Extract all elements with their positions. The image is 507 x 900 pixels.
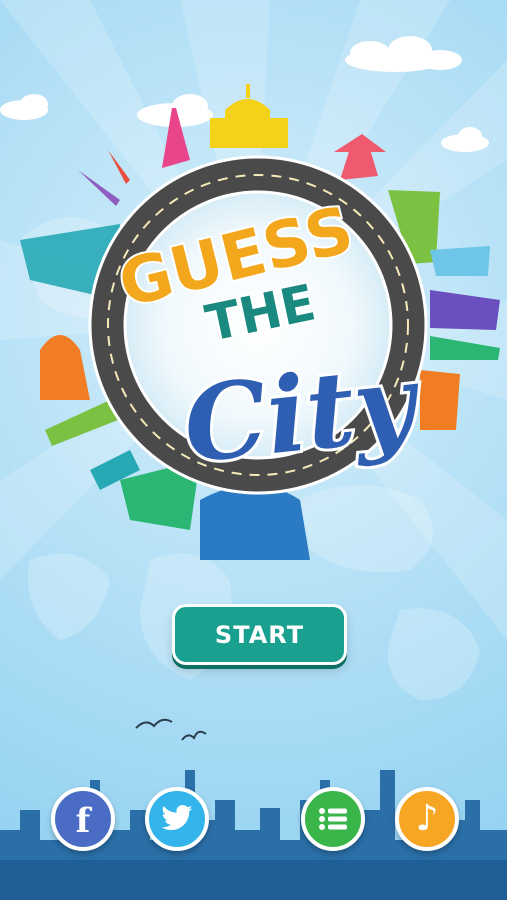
game-title: GUESS THE City (110, 191, 430, 490)
music-button[interactable]: ♪ (395, 787, 459, 851)
title-line-city: City (178, 340, 427, 487)
facebook-button[interactable]: f (51, 787, 115, 851)
list-icon (319, 808, 347, 830)
start-button[interactable]: START (172, 604, 347, 665)
twitter-button[interactable] (145, 787, 209, 851)
music-note-icon: ♪ (415, 798, 439, 839)
start-button-label: START (214, 620, 305, 649)
game-title-screen: GUESS THE City START f ♪ (0, 0, 507, 900)
menu-list-button[interactable] (301, 787, 365, 851)
twitter-icon (161, 805, 193, 831)
facebook-icon: f (75, 801, 91, 841)
